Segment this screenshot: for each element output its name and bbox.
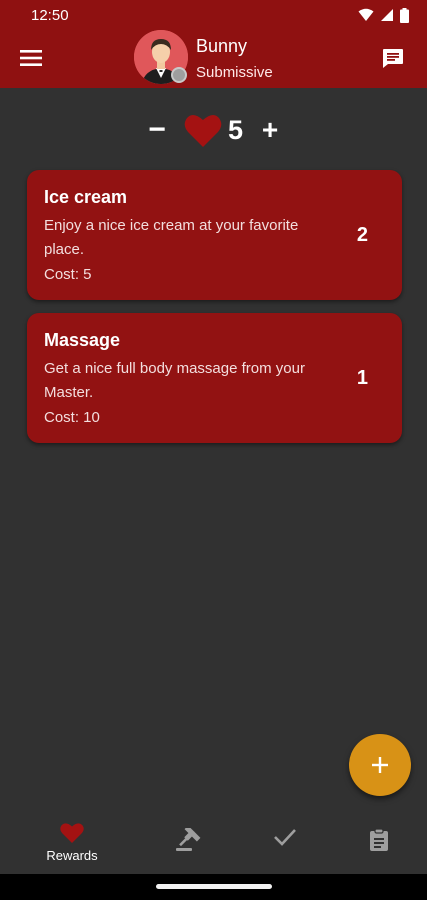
presence-badge <box>171 67 187 83</box>
bottom-navigation: Rewards <box>0 808 427 874</box>
nav-tasks[interactable] <box>172 808 208 874</box>
clipboard-icon <box>370 828 388 851</box>
nav-rewards-label: Rewards <box>46 848 98 863</box>
decrease-points-button[interactable]: − <box>146 112 168 148</box>
check-icon <box>274 829 296 846</box>
user-role: Submissive <box>196 64 273 81</box>
reward-title: Ice cream <box>44 187 128 207</box>
reward-title: Massage <box>44 330 121 350</box>
reward-card[interactable]: Ice cream Enjoy a nice ice cream at your… <box>27 170 402 300</box>
status-icons <box>358 7 409 23</box>
points-counter: − 5 + <box>0 108 427 152</box>
chat-icon <box>383 49 403 68</box>
reward-cost: Cost: 5 <box>44 266 92 283</box>
heart-icon <box>60 823 84 843</box>
status-time: 12:50 <box>31 7 69 24</box>
nav-completed[interactable] <box>270 808 302 874</box>
status-bar: 12:50 <box>0 0 427 30</box>
reward-description: Enjoy a nice ice cream at your favorite … <box>44 217 299 258</box>
add-reward-button[interactable] <box>349 734 411 796</box>
signal-icon <box>381 9 393 21</box>
system-navigation-bar <box>0 874 427 900</box>
reward-count: 2 <box>356 224 368 246</box>
menu-button[interactable] <box>18 46 44 70</box>
home-gesture-handle[interactable] <box>156 884 272 889</box>
app-bar: Bunny Submissive <box>0 30 427 88</box>
reward-card[interactable]: Massage Get a nice full body massage fro… <box>27 313 402 443</box>
top-bar: 12:50 Bunny Submissive <box>0 0 427 88</box>
hamburger-menu-icon <box>20 50 42 66</box>
reward-description: Get a nice full body massage from your M… <box>44 360 305 401</box>
user-name: Bunny <box>196 36 248 56</box>
battery-icon <box>400 7 409 23</box>
chat-button[interactable] <box>380 45 406 71</box>
nav-clipboard[interactable] <box>364 808 396 874</box>
increase-points-button[interactable]: + <box>258 112 282 148</box>
wifi-icon <box>358 8 374 21</box>
app-screen: 12:50 Bunny Submissive − 5 + Ice cream E… <box>0 0 427 900</box>
heart-icon <box>184 114 222 147</box>
reward-count: 1 <box>356 367 368 389</box>
reward-cost: Cost: 10 <box>44 409 100 426</box>
plus-icon <box>372 757 388 773</box>
gavel-icon <box>176 828 201 851</box>
nav-rewards[interactable]: Rewards <box>36 808 108 874</box>
points-value: 5 <box>228 115 244 145</box>
